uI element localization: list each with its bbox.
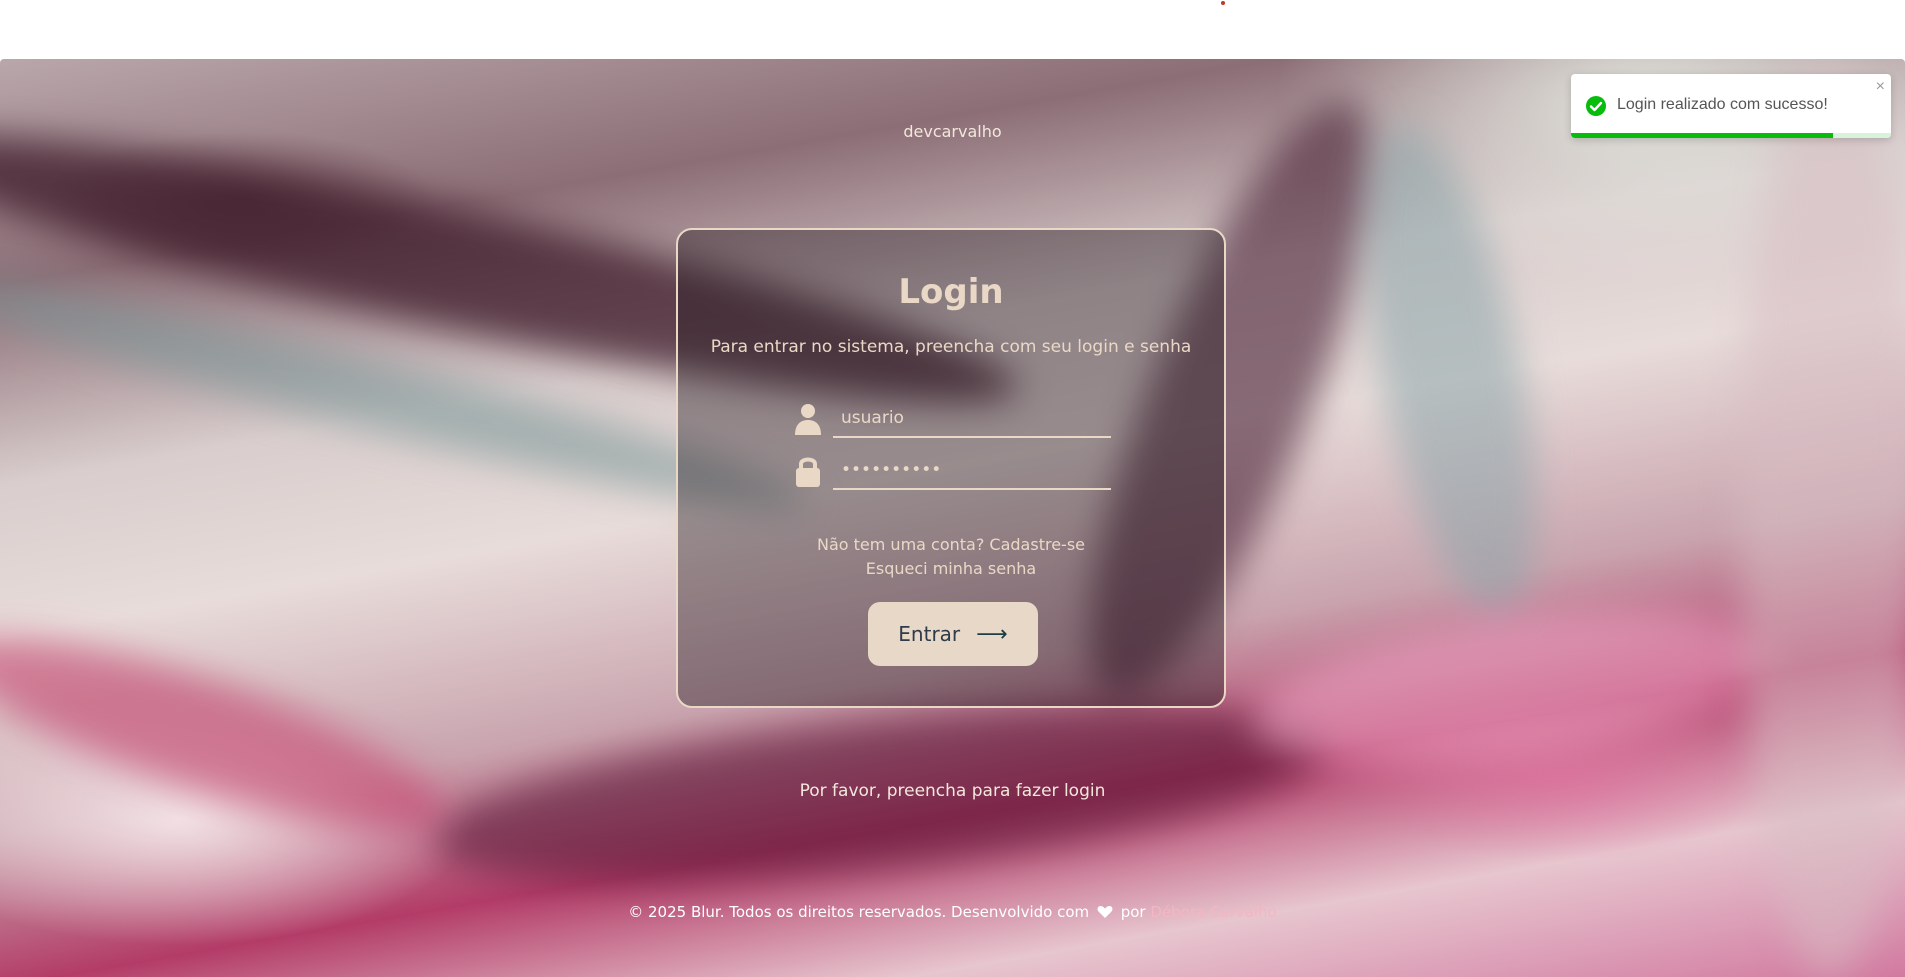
login-card: Login Para entrar no sistema, preencha c… xyxy=(676,228,1226,708)
auth-links: Não tem uma conta? Cadastre-se Esqueci m… xyxy=(678,533,1224,581)
arrow-right-icon: ⟶ xyxy=(976,621,1008,647)
loading-dot xyxy=(1221,1,1225,5)
success-toast[interactable]: Login realizado com sucesso! × xyxy=(1571,74,1891,138)
password-field xyxy=(793,452,1113,492)
login-submit-button[interactable]: Entrar ⟶ xyxy=(868,602,1038,666)
signup-link[interactable]: Não tem uma conta? Cadastre-se xyxy=(678,533,1224,557)
toast-progress-bar xyxy=(1571,133,1834,138)
heart-icon xyxy=(1097,906,1113,918)
footer-by: por xyxy=(1120,903,1146,921)
user-icon xyxy=(795,404,821,435)
footer-copyright: © 2025 Blur. Todos os direitos reservado… xyxy=(628,903,1090,921)
check-circle-icon xyxy=(1586,96,1606,116)
password-input[interactable] xyxy=(833,452,1111,490)
toast-message: Login realizado com sucesso! xyxy=(1617,96,1828,113)
footer-author-link[interactable]: Débora Carvalho xyxy=(1150,903,1276,921)
login-submit-label: Entrar xyxy=(898,622,961,646)
lock-icon xyxy=(796,457,820,487)
close-icon[interactable]: × xyxy=(1876,78,1885,96)
login-title: Login xyxy=(898,272,1004,312)
login-subtitle: Para entrar no sistema, preencha com seu… xyxy=(710,337,1192,357)
username-field xyxy=(793,400,1113,440)
top-bar xyxy=(0,0,1905,59)
login-hint: Por favor, preencha para fazer login xyxy=(799,781,1106,801)
username-input[interactable] xyxy=(833,400,1111,438)
footer: © 2025 Blur. Todos os direitos reservado… xyxy=(0,903,1905,921)
forgot-password-link[interactable]: Esqueci minha senha xyxy=(678,557,1224,581)
